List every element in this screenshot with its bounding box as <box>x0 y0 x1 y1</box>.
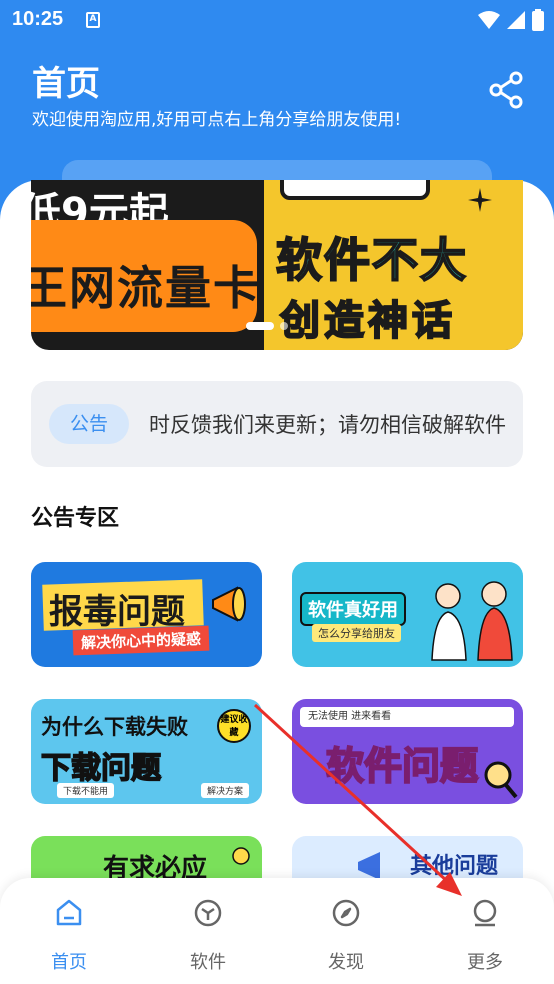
nav-label: 发现 <box>328 952 364 973</box>
card-subtitle: 解决你心中的疑惑 <box>72 625 210 656</box>
card-virus-report[interactable]: 报毒问题 解决你心中的疑惑 <box>31 562 262 667</box>
banner-right-line1: 软件不大 <box>275 232 468 288</box>
card-subtitle: 怎么分享给朋友 <box>312 624 401 642</box>
card-badge: 建议收藏 <box>217 709 251 743</box>
section-title: 公告专区 <box>31 506 120 531</box>
status-bar: 10:25 A <box>0 0 554 40</box>
card-tag-right: 解决方案 <box>201 783 250 798</box>
sparkle-icon <box>468 188 492 212</box>
page-subtitle: 欢迎使用淘应用,好用可点右上角分享给朋友使用! <box>32 110 402 130</box>
banner-slide-right: 软件不大 创造神话 <box>264 180 523 350</box>
card-tag-left: 下载不能用 <box>57 783 115 798</box>
battery-icon <box>532 9 544 31</box>
magnifier-icon <box>484 761 518 799</box>
nav-label: 更多 <box>467 952 503 973</box>
home-icon <box>56 899 82 926</box>
app-notification-icon: A <box>86 12 100 28</box>
card-title: 其他问题 <box>410 854 499 879</box>
banner-slide-left: 低9元起 王网流量卡 <box>31 180 264 350</box>
nav-item-software[interactable]: 软件 <box>168 898 248 974</box>
nav-label: 首页 <box>51 952 87 973</box>
share-icon[interactable] <box>488 70 524 110</box>
megaphone-icon <box>212 586 246 622</box>
card-title: 软件真好用 <box>300 592 406 626</box>
card-window-bar: 无法使用 进来看看 <box>300 707 514 727</box>
notice-bar[interactable]: 公告 时反馈我们来更新；请勿相信破解软件 <box>31 381 523 467</box>
nav-item-home[interactable]: 首页 <box>29 898 109 974</box>
card-title: 软件问题 <box>325 743 479 789</box>
indicator-dot-active <box>246 322 274 330</box>
notice-tag: 公告 <box>49 404 129 444</box>
speech-bubble-graphic <box>280 180 430 200</box>
card-title-line1: 为什么下载失败 <box>41 715 188 739</box>
nav-label: 软件 <box>190 952 226 973</box>
nav-item-more[interactable]: 更多 <box>445 898 525 974</box>
signal-icon <box>507 11 525 29</box>
bottom-navigation: 首页 软件 发现 更多 <box>0 878 554 984</box>
page-title: 首页 <box>32 64 100 104</box>
user-icon <box>473 899 497 927</box>
sun-icon <box>232 847 250 865</box>
people-illustration-icon <box>431 581 513 661</box>
indicator-dot <box>280 322 288 330</box>
wifi-icon <box>478 11 500 29</box>
card-title: 报毒问题 <box>49 592 185 632</box>
status-time: 10:25 <box>12 8 64 30</box>
card-title-line2: 下载问题 <box>40 750 162 787</box>
notice-text: 时反馈我们来更新；请勿相信破解软件 <box>149 413 506 437</box>
card-software-share[interactable]: 软件真好用 怎么分享给朋友 <box>292 562 523 667</box>
carousel-indicator <box>246 322 288 330</box>
banner-right-line2: 创造神话 <box>279 297 456 345</box>
compass-icon <box>332 899 360 927</box>
banner-left-line2: 王网流量卡 <box>31 261 261 315</box>
card-download-issue[interactable]: 为什么下载失败 下载问题 建议收藏 下载不能用 解决方案 <box>31 699 262 804</box>
card-software-issue[interactable]: 无法使用 进来看看 软件问题 <box>292 699 523 804</box>
nav-item-discover[interactable]: 发现 <box>306 898 386 974</box>
cube-icon <box>194 899 222 927</box>
status-icons <box>478 9 544 31</box>
